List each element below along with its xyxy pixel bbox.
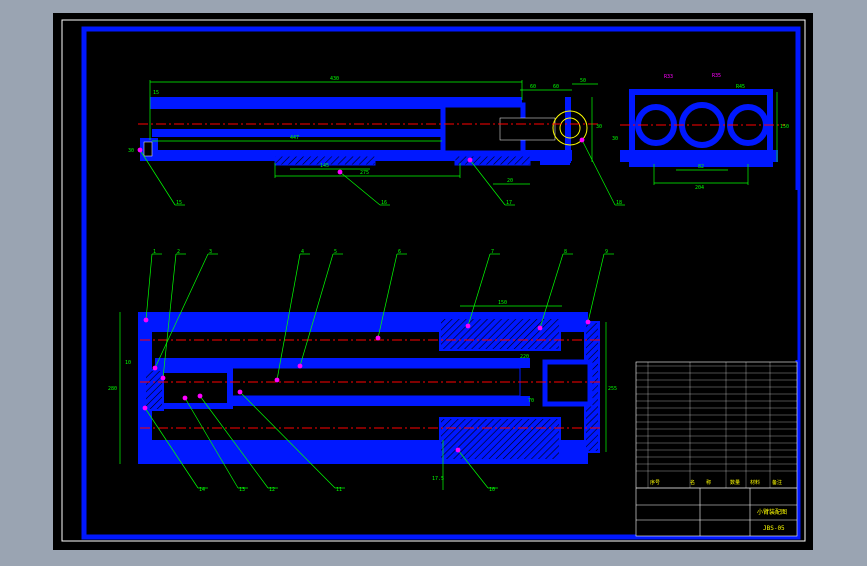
top-dim-overall: 430 xyxy=(330,76,339,82)
top-right-bracket xyxy=(540,150,570,165)
top-arm-left-cap xyxy=(143,141,153,157)
title-header-no: 序号 xyxy=(650,479,660,486)
side-dim-r35: R35 xyxy=(712,73,721,79)
section-dim-255: 255 xyxy=(608,386,617,392)
callout-dot xyxy=(465,323,471,329)
callout-dot xyxy=(579,137,585,143)
title-block: 序号 名 称 数量 材料 备注 小臂装配图 JBS-05 xyxy=(635,361,798,537)
callout-label: 16 xyxy=(381,200,387,206)
top-dim-left: 30 xyxy=(128,148,134,154)
callout-dot xyxy=(537,325,543,331)
callout-label: 13 xyxy=(239,487,245,493)
callout-dot xyxy=(160,375,166,381)
section-dim-220: 220 xyxy=(520,354,529,360)
top-dim-50: 50 xyxy=(580,78,586,84)
callout-dot xyxy=(375,335,381,341)
callout-label: 18 xyxy=(616,200,622,206)
side-base-plate xyxy=(620,150,778,162)
top-rail-block-2 xyxy=(454,155,531,166)
callout-dot xyxy=(137,147,143,153)
section-cylinder-top xyxy=(439,317,561,351)
side-dim-r45: R45 xyxy=(736,84,745,90)
callout-dot xyxy=(182,395,188,401)
callout-label: 8 xyxy=(564,249,567,255)
section-dim-10: 10 xyxy=(125,360,131,366)
cad-viewport[interactable]: 430 15 447 60 60 50 30 275 145 20 30 R33… xyxy=(0,0,867,562)
side-dim-height: 150 xyxy=(780,124,789,130)
callout-dot xyxy=(152,365,158,371)
callout-label: 2 xyxy=(177,249,180,255)
side-dim-r33: R33 xyxy=(664,74,673,80)
top-dim-30: 30 xyxy=(596,124,602,130)
callout-dot xyxy=(455,447,461,453)
top-dim-15: 15 xyxy=(153,90,159,96)
callout-dot xyxy=(274,377,280,383)
callout-dot xyxy=(337,169,343,175)
callout-dot xyxy=(467,157,473,163)
title-header-name-a: 名 xyxy=(690,479,695,486)
title-header-remark: 备注 xyxy=(772,479,782,486)
top-dim-slot: 145 xyxy=(320,163,329,169)
top-cylinder-rod xyxy=(499,117,556,141)
section-cylinder-bottom xyxy=(439,417,561,461)
callout-label: 12 xyxy=(269,487,275,493)
callout-dot xyxy=(585,319,591,325)
title-header-qty: 数量 xyxy=(730,479,740,486)
callout-label: 5 xyxy=(334,249,337,255)
side-dim-bottom: 204 xyxy=(695,185,704,191)
section-dim-17: 17.5 xyxy=(432,476,444,482)
section-dim-280: 280 xyxy=(108,386,117,392)
callout-dot xyxy=(297,363,303,369)
top-dim-60a: 60 xyxy=(530,84,536,90)
section-dim-150: 150 xyxy=(498,300,507,306)
top-dim-inner: 447 xyxy=(290,135,299,141)
callout-label: 14 xyxy=(199,487,205,493)
callout-label: 7 xyxy=(491,249,494,255)
callout-label: 6 xyxy=(398,249,401,255)
callout-label: 9 xyxy=(605,249,608,255)
drawing-sheet: 430 15 447 60 60 50 30 275 145 20 30 R33… xyxy=(53,13,813,550)
drawing-name: 小臂装配图 xyxy=(757,508,787,516)
top-dim-60b: 60 xyxy=(553,84,559,90)
callout-dot xyxy=(142,405,148,411)
section-piston xyxy=(155,367,233,409)
section-left-cap xyxy=(144,369,164,411)
callout-label: 15 xyxy=(176,200,182,206)
callout-dot xyxy=(197,393,203,399)
callout-dot xyxy=(143,317,149,323)
top-dim-rail: 275 xyxy=(360,170,369,176)
side-dim-30: 30 xyxy=(612,136,618,142)
callout-label: 4 xyxy=(301,249,304,255)
section-dim-70: 70 xyxy=(528,398,534,404)
callout-label: 10 xyxy=(489,487,495,493)
callout-label: 3 xyxy=(209,249,212,255)
side-dim-mid: 82 xyxy=(698,164,704,170)
title-header-name-b: 称 xyxy=(706,479,711,486)
section-right-hub xyxy=(542,359,593,407)
callout-dot xyxy=(237,389,243,395)
top-dim-block: 20 xyxy=(507,178,513,184)
callout-label: 17 xyxy=(506,200,512,206)
drawing-number: JBS-05 xyxy=(763,525,785,532)
callout-label: 1 xyxy=(153,249,156,255)
title-header-material: 材料 xyxy=(750,479,760,486)
callout-label: 11 xyxy=(336,487,342,493)
section-inner-tube-top xyxy=(155,358,530,368)
